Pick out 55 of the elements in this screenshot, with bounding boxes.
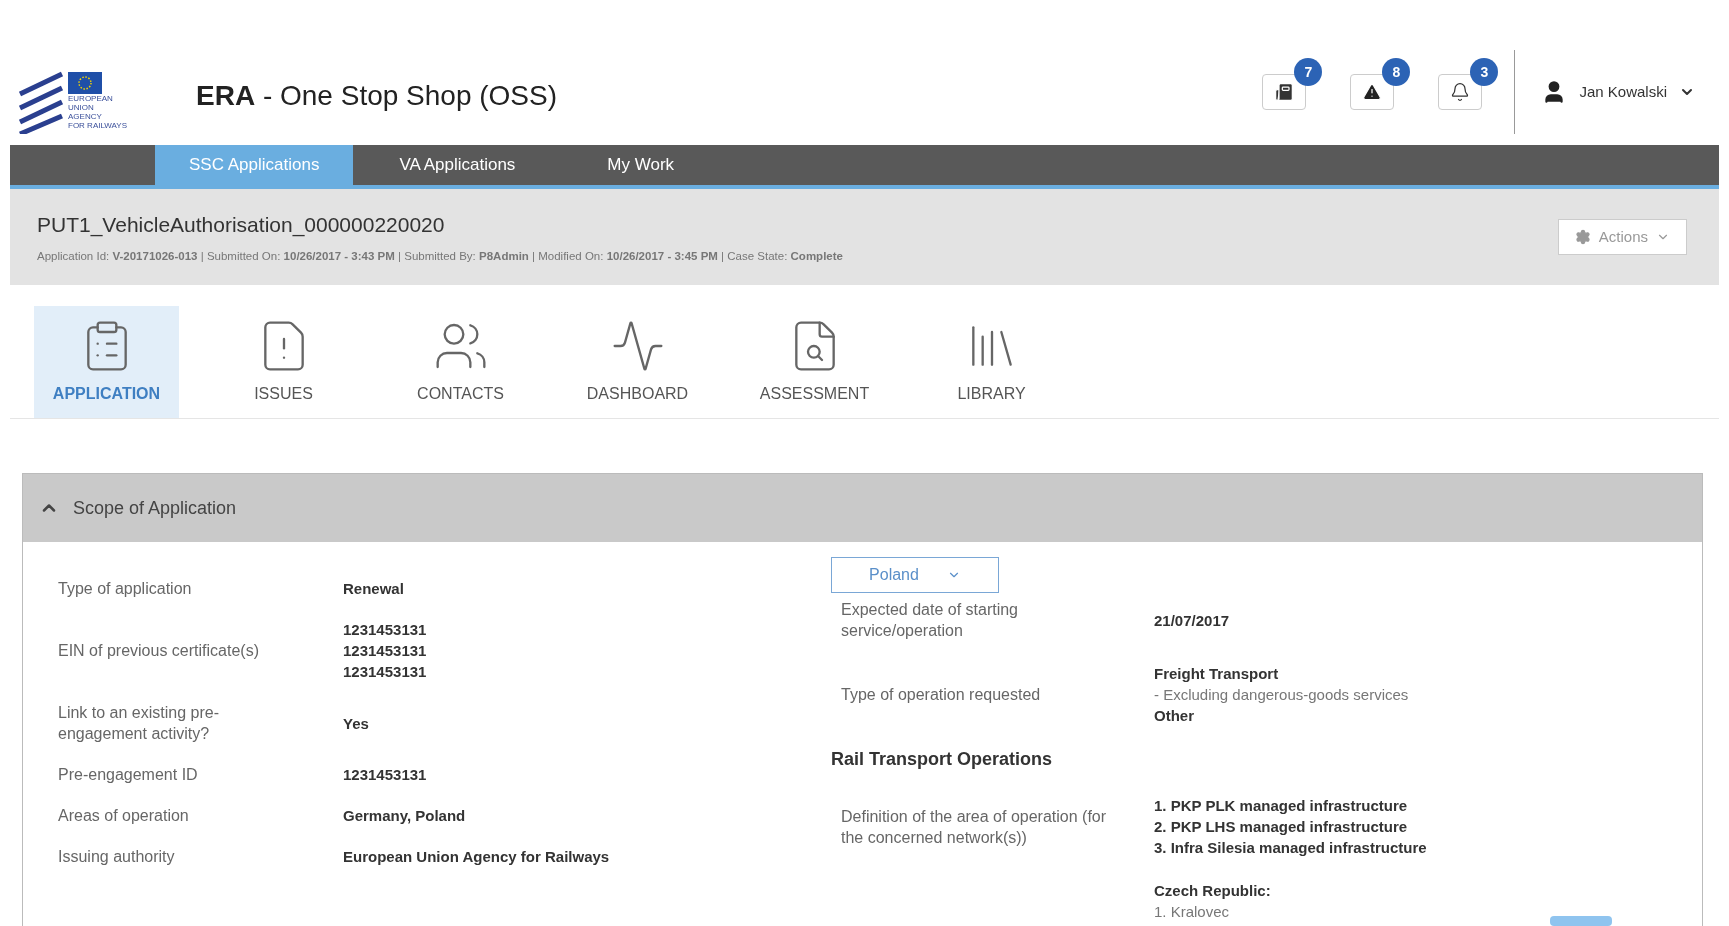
field-value: 1231453131 [343,765,427,785]
agency-logo[interactable]: EUROPEAN UNION AGENCY FOR RAILWAYS [18,65,158,137]
section-tab[interactable]: ASSESSMENT [742,306,887,418]
field-label: Issuing authority [58,847,176,867]
field-label: Type of operation requested [841,685,1042,705]
case-meta: Application Id: V-20171026-013 | Submitted On: 10/26/2017 - 3:43 PM | Submitted By: P8Admin | Modified On: 10/26/2017 - 3:45 PM | Case State: Complete [37,249,843,265]
field-value: 1231453131 [343,641,427,661]
section-tab[interactable]: DASHBOARD [565,306,710,418]
count-badge: 7 [1294,58,1323,86]
country-select[interactable]: Poland [831,557,999,593]
field-label: Definition of the area of operation (for the concerned network(s)) [841,806,1108,848]
alert-icon [1362,82,1383,102]
logo-text: UNION [68,103,95,112]
field-label: Areas of operation [58,806,190,826]
section-heading: Rail Transport Operations [831,748,1054,771]
bell-icon [1450,82,1471,102]
field-value: Yes [343,713,369,734]
section-tab[interactable]: ISSUES [211,306,356,418]
field-value: - Excluding dangerous-goods services [1154,685,1409,705]
nav-tab[interactable]: VA Applications [365,145,550,185]
count-badge: 3 [1470,58,1499,86]
field-label: EIN of previous certificate(s) [58,641,260,661]
section-tab[interactable]: LIBRARY [919,306,1064,418]
header-icon-button[interactable] [1350,74,1395,110]
field-value: 2. PKP LHS managed infrastructure [1154,817,1409,837]
field-value: 1. Kralovec [1154,902,1231,922]
field-value: Other [1154,706,1195,726]
header-icon-button[interactable] [1262,74,1307,110]
field-label: Expected date of starting service/operation [841,600,1019,641]
count-badge: 8 [1382,58,1411,86]
field-label: Type of application [58,579,193,599]
field-value: 21/07/2017 [1154,610,1230,631]
nav-tab[interactable]: My Work [573,145,709,185]
field-value: Czech Republic: [1154,881,1271,901]
section-tab[interactable]: APPLICATION [34,306,179,418]
logo-text: FOR RAILWAYS [68,121,127,130]
field-value: Germany, Poland [343,806,466,826]
logo-text: EUROPEAN [68,94,114,103]
logo-text: AGENCY [68,112,103,121]
section-tab[interactable]: CONTACTS [388,306,533,418]
user-menu[interactable]: Jan Kowalski [1525,79,1711,105]
settings-icon [1574,229,1591,245]
field-value: 3. Infra Silesia managed infrastructure [1154,838,1427,858]
field-value: European Union Agency for Railways [343,847,610,867]
field-value: 1231453131 [343,662,427,682]
panel-header[interactable]: Scope of Application [23,474,1702,542]
app-title: ERA - One Stop Shop (OSS) [196,79,558,113]
field-label: Link to an existing pre-engagement activity? [58,703,220,744]
eu-flag-icon [68,72,102,94]
field-value: Renewal [343,579,404,599]
case-title: PUT1_VehicleAuthorisation_000000220020 [37,211,446,239]
field-label: Pre-engagement ID [58,765,199,785]
field-value: 1. PKP PLK managed infrastructure [1154,796,1409,816]
field-value: Freight Transport [1154,664,1280,684]
field-value: 1231453131 [343,620,427,640]
